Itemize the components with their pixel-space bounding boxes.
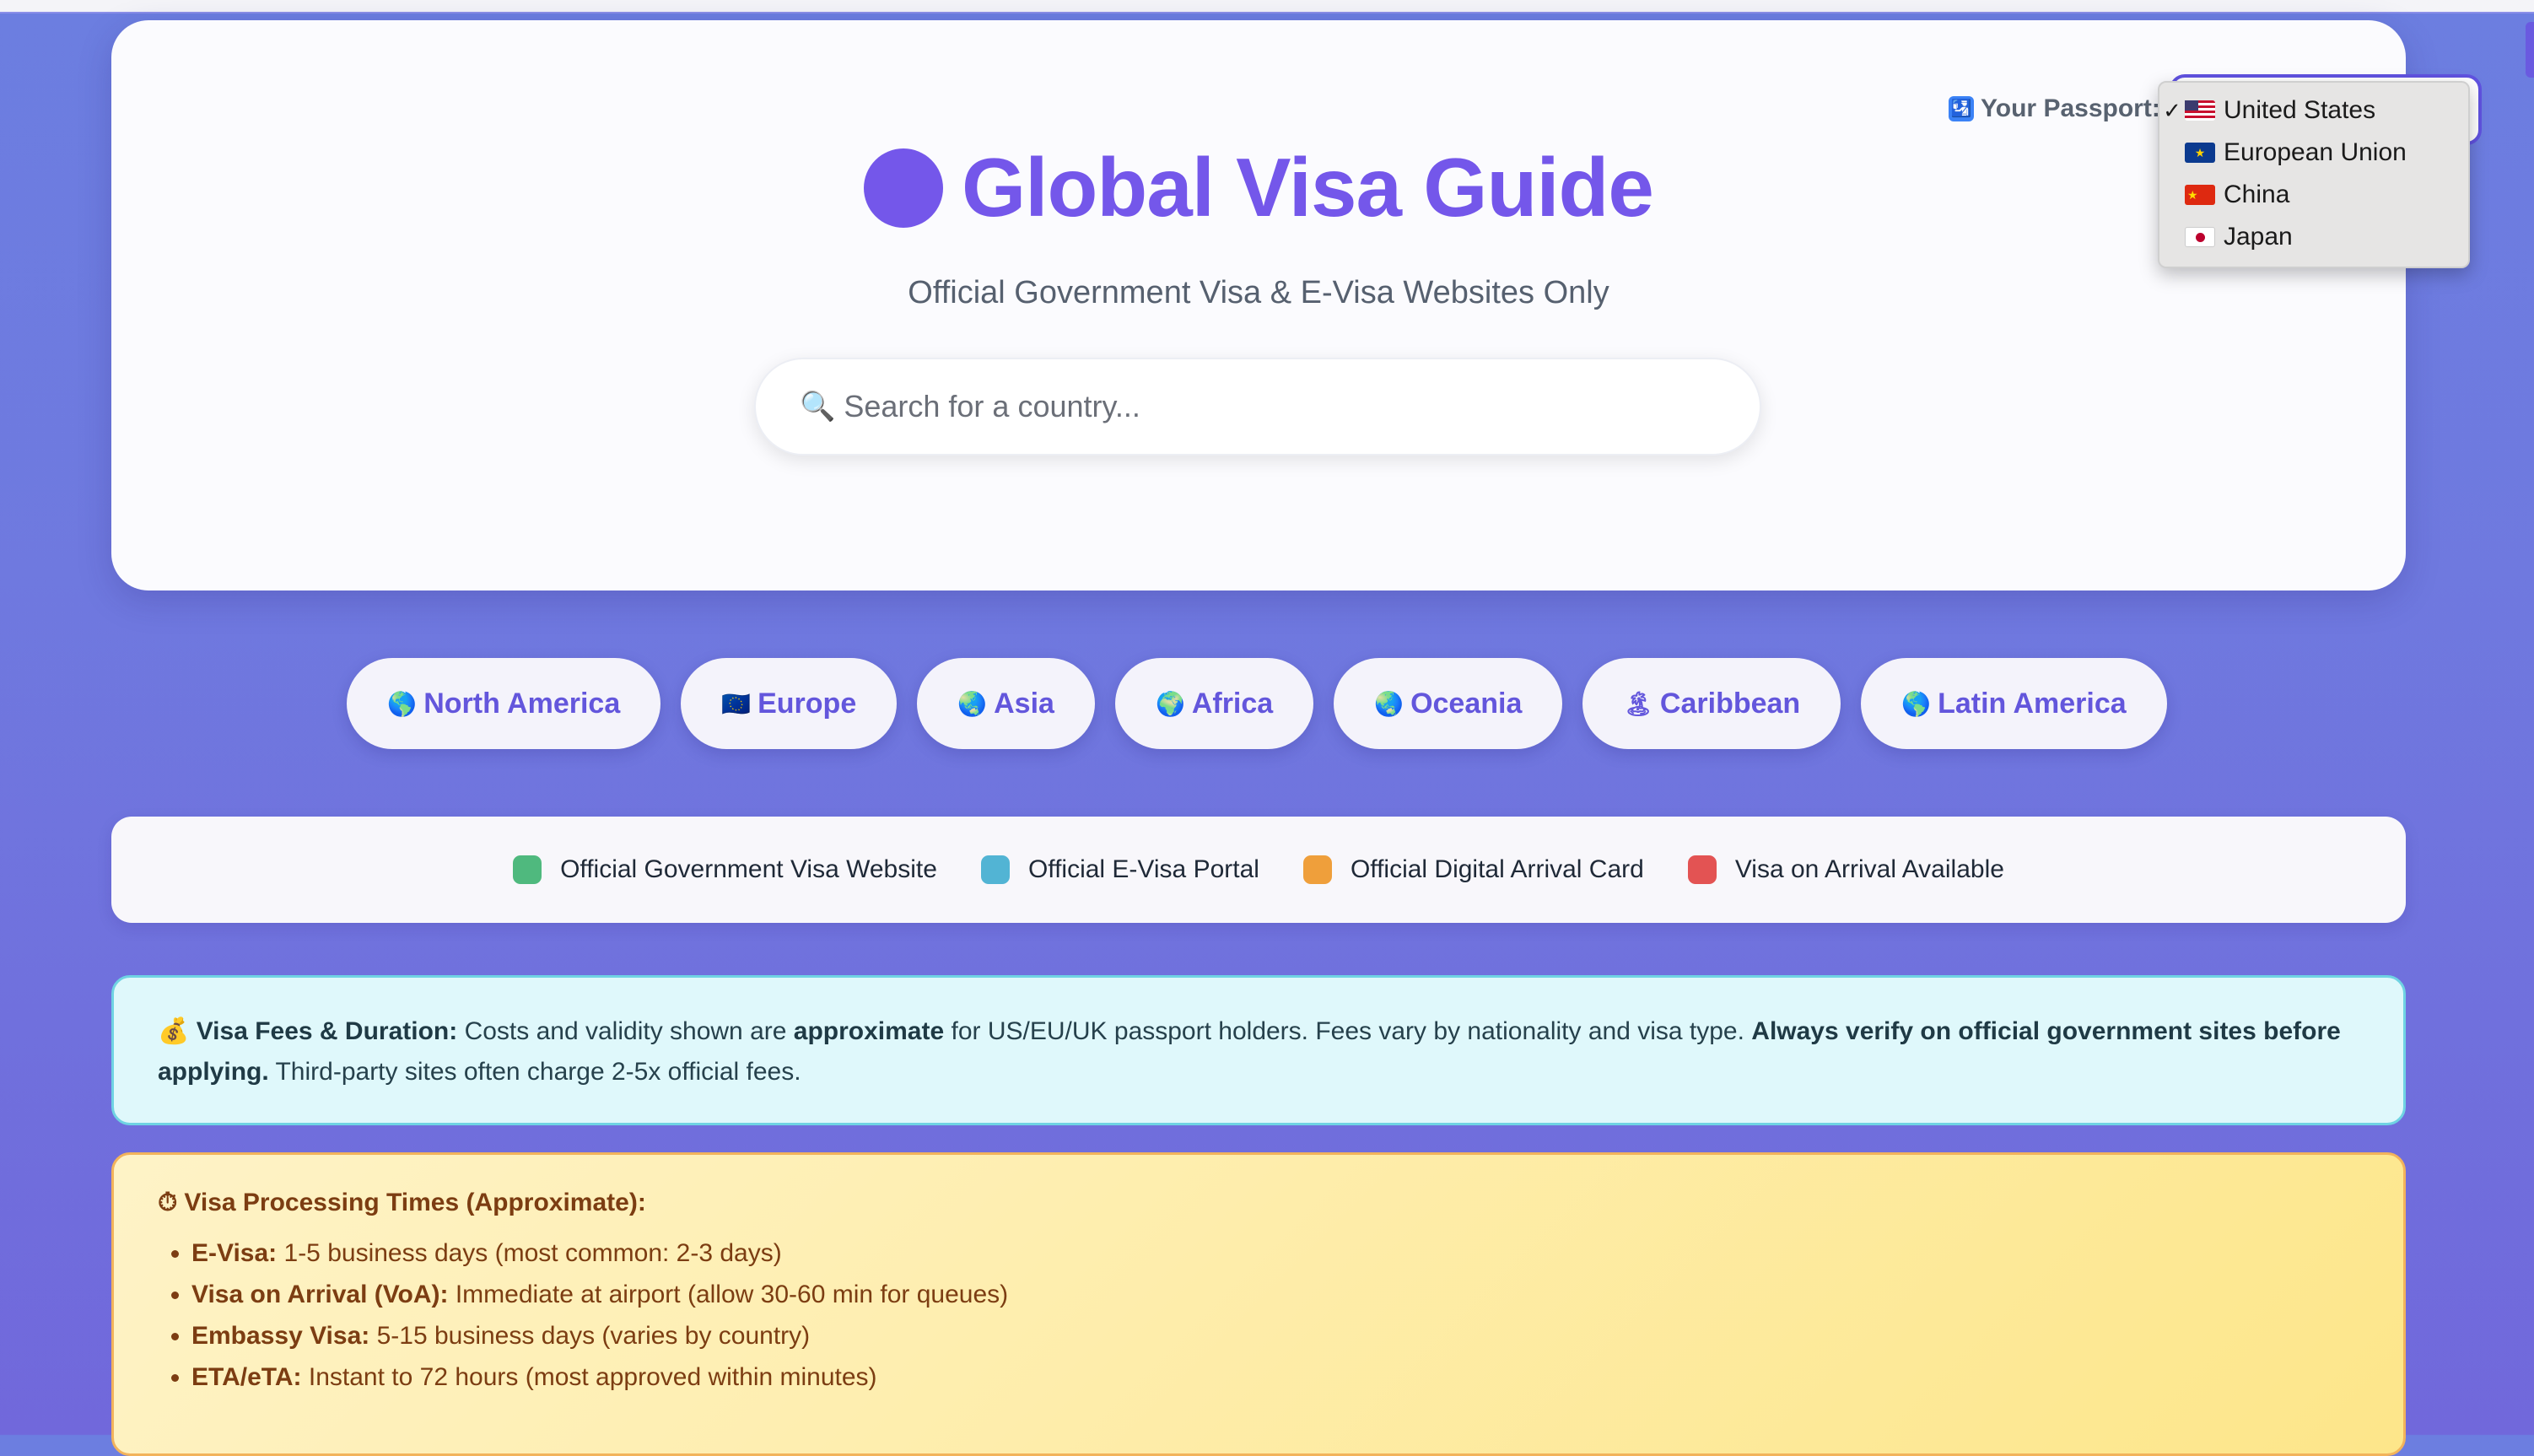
search-bar[interactable]: 🔍 bbox=[754, 358, 1761, 456]
legend-label: Official E-Visa Portal bbox=[1027, 855, 1259, 883]
eu-flag-icon: ★ bbox=[2185, 143, 2215, 163]
passport-label: 🛂 Your Passport: bbox=[1949, 94, 2160, 123]
region-caribbean-button[interactable]: 🏝 Caribbean bbox=[1582, 658, 1841, 749]
fees-notice: 💰 Visa Fees & Duration: Costs and validi… bbox=[111, 975, 2406, 1125]
region-north-america-button[interactable]: 🌎 North America bbox=[347, 658, 661, 749]
stopwatch-icon: ⏱ bbox=[158, 1189, 178, 1216]
processing-list: E-Visa: 1-5 business days (most common: … bbox=[158, 1232, 2359, 1398]
fees-heading: Visa Fees & Duration: bbox=[196, 1017, 458, 1045]
scrollbar-thumb[interactable] bbox=[2526, 22, 2534, 78]
passport-label-text: Your Passport: bbox=[1981, 94, 2160, 122]
legend-item-government: Official Government Visa Website bbox=[513, 855, 937, 884]
legend-swatch bbox=[513, 855, 542, 884]
passport-option-us[interactable]: ✓ United States bbox=[2159, 89, 2468, 132]
processing-title: ⏱ Visa Processing Times (Approximate): bbox=[158, 1189, 2359, 1217]
region-filter-bar: 🌎 North America 🇪🇺 Europe 🌏 Asia 🌍 Afric… bbox=[0, 658, 2514, 749]
region-label: Latin America bbox=[1938, 687, 2127, 720]
passport-option-japan[interactable]: Japan bbox=[2159, 216, 2468, 258]
passport-option-china[interactable]: ★ China bbox=[2159, 174, 2468, 216]
passport-icon: 🛂 bbox=[1949, 96, 1974, 121]
region-asia-button[interactable]: 🌏 Asia bbox=[917, 658, 1095, 749]
legend-label: Official Government Visa Website bbox=[560, 855, 937, 883]
browser-top-strip bbox=[0, 0, 2534, 12]
passport-option-eu[interactable]: ★ European Union bbox=[2159, 132, 2468, 174]
money-bag-icon: 💰 bbox=[158, 1017, 190, 1045]
passport-dropdown: ✓ United States ★ European Union ★ China… bbox=[2158, 81, 2470, 268]
globe-asia-icon: 🌏 bbox=[1374, 690, 1404, 717]
page-title: Global Visa Guide bbox=[962, 141, 1654, 234]
fees-text: Third-party sites often charge 2-5x offi… bbox=[268, 1058, 801, 1086]
legend-bar: Official Government Visa Website Officia… bbox=[111, 817, 2406, 923]
region-europe-button[interactable]: 🇪🇺 Europe bbox=[681, 658, 898, 749]
region-label: North America bbox=[423, 687, 621, 720]
eu-flag-icon: 🇪🇺 bbox=[721, 690, 752, 717]
legend-label: Visa on Arrival Available bbox=[1734, 855, 2004, 883]
list-item: Visa on Arrival (VoA): Immediate at airp… bbox=[191, 1274, 2359, 1315]
region-label: Oceania bbox=[1410, 687, 1523, 720]
legend-swatch bbox=[980, 855, 1010, 884]
legend-swatch bbox=[1687, 855, 1717, 884]
us-flag-icon bbox=[2185, 100, 2215, 121]
item-label: ETA/eTA: bbox=[191, 1363, 302, 1391]
checkmark-icon: ✓ bbox=[2163, 97, 2181, 123]
fees-bold: approximate bbox=[793, 1017, 945, 1045]
item-label: Visa on Arrival (VoA): bbox=[191, 1281, 449, 1308]
china-flag-icon: ★ bbox=[2185, 185, 2215, 205]
region-label: Africa bbox=[1191, 687, 1274, 720]
item-label: E-Visa: bbox=[191, 1239, 278, 1267]
option-label: United States bbox=[2224, 96, 2376, 124]
region-oceania-button[interactable]: 🌏 Oceania bbox=[1334, 658, 1563, 749]
header-card: Global Visa Guide Official Government Vi… bbox=[111, 20, 2482, 590]
page-subtitle: Official Government Visa & E-Visa Websit… bbox=[908, 275, 1609, 310]
item-text: 5-15 business days (varies by country) bbox=[369, 1322, 811, 1350]
processing-times-panel: ⏱ Visa Processing Times (Approximate): E… bbox=[111, 1152, 2406, 1456]
legend-label: Official Digital Arrival Card bbox=[1350, 855, 1644, 883]
legend-item-evisa: Official E-Visa Portal bbox=[980, 855, 1259, 884]
search-icon: 🔍 bbox=[800, 391, 836, 423]
item-text: 1-5 business days (most common: 2-3 days… bbox=[277, 1239, 782, 1267]
globe-americas-icon: 🌎 bbox=[1901, 690, 1932, 717]
title-row: Global Visa Guide bbox=[111, 140, 2406, 235]
logo-circle-icon bbox=[864, 148, 944, 228]
globe-asia-icon: 🌏 bbox=[957, 690, 988, 717]
globe-africa-icon: 🌍 bbox=[1155, 690, 1185, 717]
island-icon: 🏝 bbox=[1623, 690, 1653, 717]
list-item: Embassy Visa: 5-15 business days (varies… bbox=[191, 1315, 2359, 1356]
legend-swatch bbox=[1302, 855, 1332, 884]
japan-flag-icon bbox=[2185, 227, 2215, 247]
list-item: E-Visa: 1-5 business days (most common: … bbox=[191, 1232, 2359, 1274]
option-label: Japan bbox=[2224, 223, 2293, 251]
globe-americas-icon: 🌎 bbox=[387, 690, 418, 717]
processing-title-text: Visa Processing Times (Approximate): bbox=[184, 1189, 646, 1216]
list-item: ETA/eTA: Instant to 72 hours (most appro… bbox=[191, 1356, 2359, 1398]
option-label: European Union bbox=[2224, 138, 2407, 166]
fees-text: for US/EU/UK passport holders. Fees vary… bbox=[944, 1017, 1752, 1045]
top-divider bbox=[0, 12, 2534, 13]
region-label: Europe bbox=[758, 687, 857, 720]
legend-item-arrival-card: Official Digital Arrival Card bbox=[1302, 855, 1644, 884]
region-label: Asia bbox=[994, 687, 1054, 720]
region-latin-america-button[interactable]: 🌎 Latin America bbox=[1861, 658, 2167, 749]
region-label: Caribbean bbox=[1659, 687, 1801, 720]
item-text: Instant to 72 hours (most approved withi… bbox=[301, 1363, 877, 1391]
item-label: Embassy Visa: bbox=[191, 1322, 370, 1350]
option-label: China bbox=[2224, 181, 2290, 208]
legend-item-voa: Visa on Arrival Available bbox=[1687, 855, 2004, 884]
fees-text: Costs and validity shown are bbox=[457, 1017, 794, 1045]
region-africa-button[interactable]: 🌍 Africa bbox=[1114, 658, 1314, 749]
item-text: Immediate at airport (allow 30-60 min fo… bbox=[448, 1281, 1009, 1308]
search-input[interactable] bbox=[842, 388, 1690, 425]
